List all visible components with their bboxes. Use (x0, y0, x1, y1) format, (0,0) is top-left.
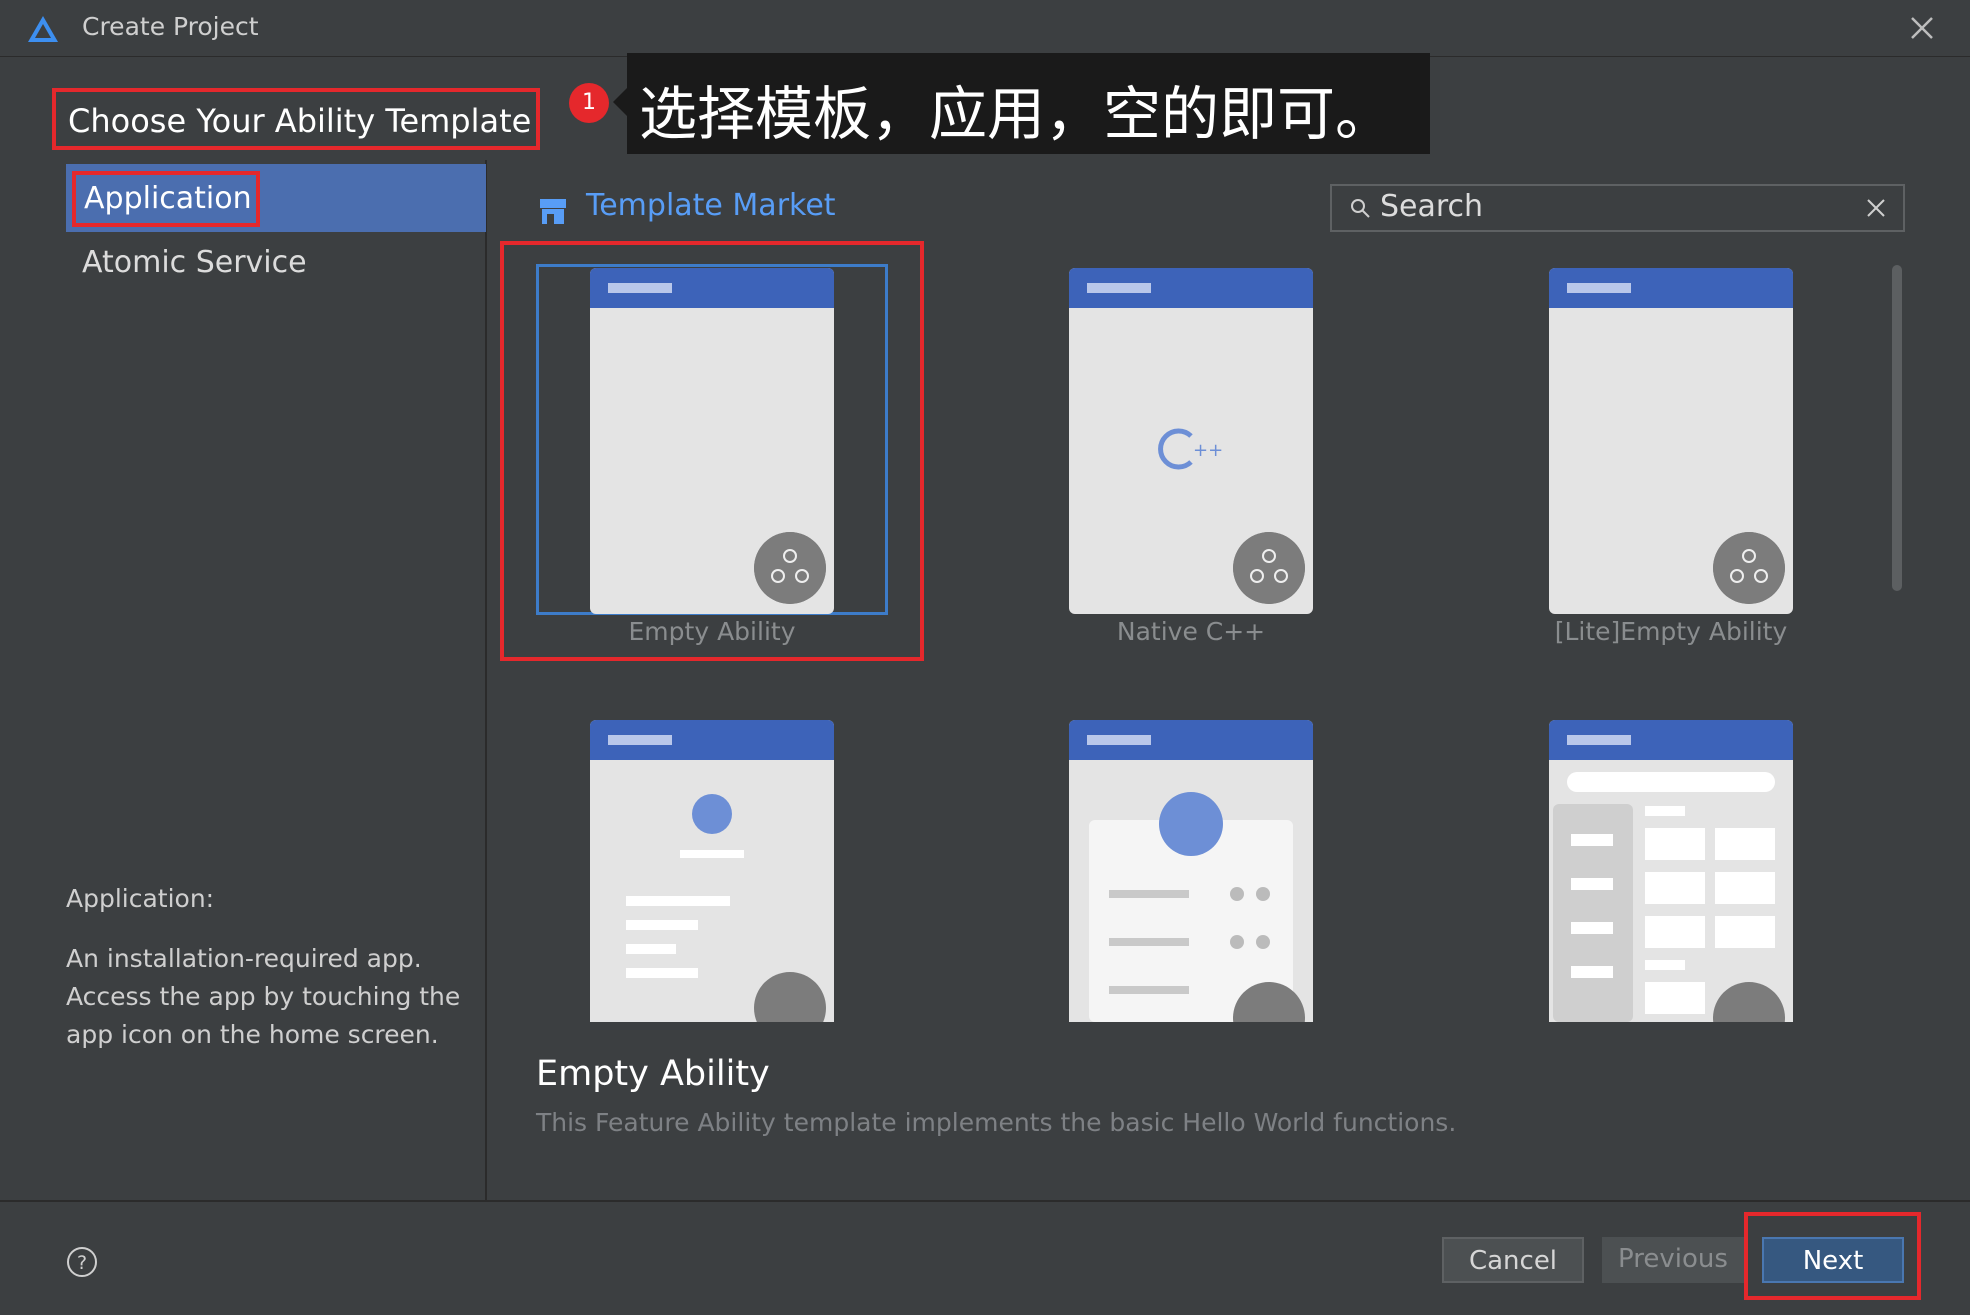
page-title: Choose Your Ability Template (52, 88, 540, 150)
previous-button[interactable]: Previous (1602, 1237, 1744, 1283)
profile-layout-preview-icon (1089, 792, 1305, 1022)
callout-annotation: 选择模板，应用，空的即可。 (627, 53, 1430, 154)
template-label[interactable]: Empty Ability (562, 617, 862, 646)
template-card-profile[interactable] (1069, 720, 1313, 1022)
list-layout-preview-icon (626, 794, 826, 1022)
phone-title-bar (1069, 268, 1313, 308)
footer-divider (0, 1200, 1970, 1202)
template-detail-title: Empty Ability (536, 1054, 770, 1094)
close-icon[interactable] (1906, 12, 1938, 44)
clear-search-icon[interactable] (1864, 196, 1888, 220)
template-card-list[interactable] (590, 720, 834, 1022)
template-card-lite-empty-ability[interactable] (1549, 268, 1793, 614)
help-icon[interactable]: ? (66, 1246, 98, 1278)
template-market-link[interactable]: Template Market (586, 188, 836, 223)
template-card-empty-ability[interactable] (590, 268, 834, 614)
annotation-highlight-box (1744, 1212, 1921, 1300)
template-card-grid[interactable] (1549, 720, 1793, 1022)
ability-badge-icon (1233, 532, 1305, 604)
phone-title-bar (590, 720, 834, 760)
window-title: Create Project (82, 12, 259, 41)
ability-badge-icon (754, 532, 826, 604)
title-bar (0, 0, 1970, 57)
store-icon (540, 199, 566, 224)
ability-badge-icon (1713, 532, 1785, 604)
callout-pointer (613, 88, 627, 116)
phone-title-bar (590, 268, 834, 308)
svg-text:++: ++ (1193, 440, 1223, 461)
phone-title-bar (1549, 268, 1793, 308)
svg-text:?: ? (77, 1252, 87, 1274)
sidebar-item-application-label[interactable]: Application (72, 171, 260, 227)
cancel-button[interactable]: Cancel (1442, 1237, 1584, 1283)
app-logo-icon (28, 16, 58, 42)
phone-title-bar (1549, 720, 1793, 760)
description-body: An installation-required app. Access the… (66, 944, 461, 1049)
search-input-value[interactable]: Search (1380, 189, 1483, 224)
grid-layout-preview-icon (1553, 772, 1785, 1022)
template-detail-description: This Feature Ability template implements… (536, 1108, 1457, 1137)
description-heading: Application: (66, 884, 215, 913)
template-card-native-cpp[interactable]: ++ (1069, 268, 1313, 614)
sidebar-item-atomic-service[interactable]: Atomic Service (82, 245, 307, 280)
phone-title-bar (1069, 720, 1313, 760)
cpp-icon: ++ (1158, 428, 1223, 470)
template-label[interactable]: [Lite]Empty Ability (1521, 617, 1821, 646)
templates-scrollbar[interactable] (1892, 265, 1902, 591)
search-icon (1351, 199, 1370, 218)
template-label[interactable]: Native C++ (1041, 617, 1341, 646)
callout-number-badge: 1 (569, 83, 609, 123)
